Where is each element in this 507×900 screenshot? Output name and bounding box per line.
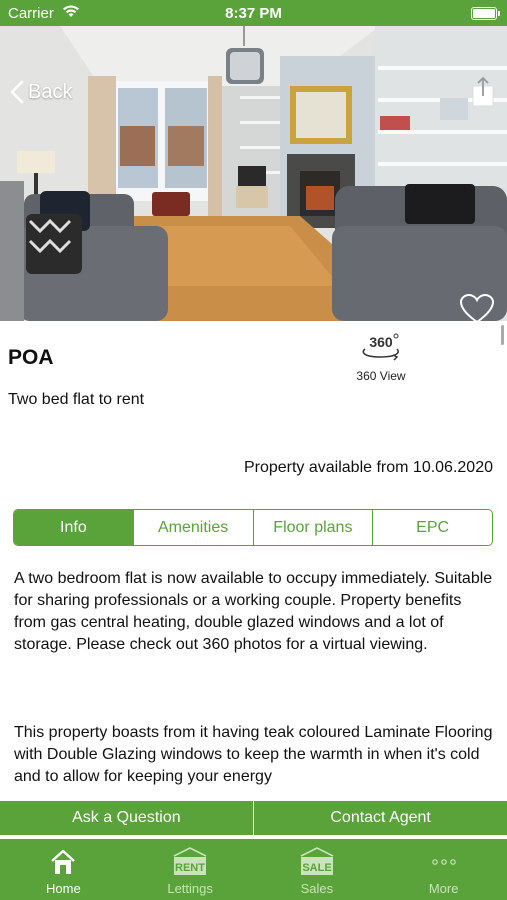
share-icon[interactable] xyxy=(471,76,495,108)
price: POA xyxy=(8,346,54,369)
tab-lettings[interactable]: RENT Lettings xyxy=(127,839,254,900)
living-room-photo xyxy=(0,26,507,321)
tab-info[interactable]: Info xyxy=(14,510,134,545)
tab-epc[interactable]: EPC xyxy=(373,510,492,545)
ask-question-button[interactable]: Ask a Question xyxy=(0,801,253,835)
battery-icon xyxy=(471,7,500,20)
property-title: Two bed flat to rent xyxy=(8,391,145,408)
contact-agent-button[interactable]: Contact Agent xyxy=(254,801,507,835)
property-photo[interactable]: Back xyxy=(0,26,507,321)
back-label: Back xyxy=(28,80,73,103)
tab-sales[interactable]: SALE Sales xyxy=(254,839,381,900)
sale-sign-icon: SALE xyxy=(300,847,334,875)
rent-badge-text: RENT xyxy=(175,862,205,874)
360-view-icon: 360 xyxy=(362,333,399,361)
rent-sign-icon: RENT xyxy=(173,847,207,875)
description-paragraph-2: This property boasts from it having teak… xyxy=(14,724,493,785)
clock: 8:37 PM xyxy=(225,5,282,22)
action-bar: Ask a Question Contact Agent xyxy=(0,801,507,835)
tab-home-label: Home xyxy=(46,881,81,896)
info-tabs: Info Amenities Floor plans EPC xyxy=(13,509,493,546)
tab-more-label: More xyxy=(428,881,459,896)
more-dots-icon xyxy=(431,859,456,865)
bottom-tab-bar: Home RENT Lettings SALE Sales More xyxy=(0,839,507,900)
tab-floor-plans[interactable]: Floor plans xyxy=(254,510,374,545)
back-button[interactable]: Back xyxy=(10,80,72,104)
scroll-indicator[interactable] xyxy=(501,325,504,345)
description-paragraph-1: A two bedroom flat is now available to o… xyxy=(14,570,493,653)
tab-lettings-label: Lettings xyxy=(167,881,213,896)
status-bar: Carrier 8:37 PM xyxy=(0,0,507,26)
360-view-label: 360 View xyxy=(356,369,406,383)
tab-more[interactable]: More xyxy=(380,839,507,900)
property-description: A two bedroom flat is now available to o… xyxy=(14,568,496,788)
svg-text:360: 360 xyxy=(369,334,393,350)
tab-sales-label: Sales xyxy=(300,881,334,896)
sale-badge-text: SALE xyxy=(302,862,331,874)
tab-home[interactable]: Home xyxy=(0,839,127,900)
tab-amenities[interactable]: Amenities xyxy=(134,510,254,545)
favorite-heart-icon[interactable] xyxy=(459,294,495,321)
home-icon xyxy=(51,849,76,874)
view-360-button[interactable]: 360 360 View xyxy=(350,332,412,383)
availability-date: Property available from 10.06.2020 xyxy=(243,459,493,476)
chevron-left-icon xyxy=(10,80,24,104)
